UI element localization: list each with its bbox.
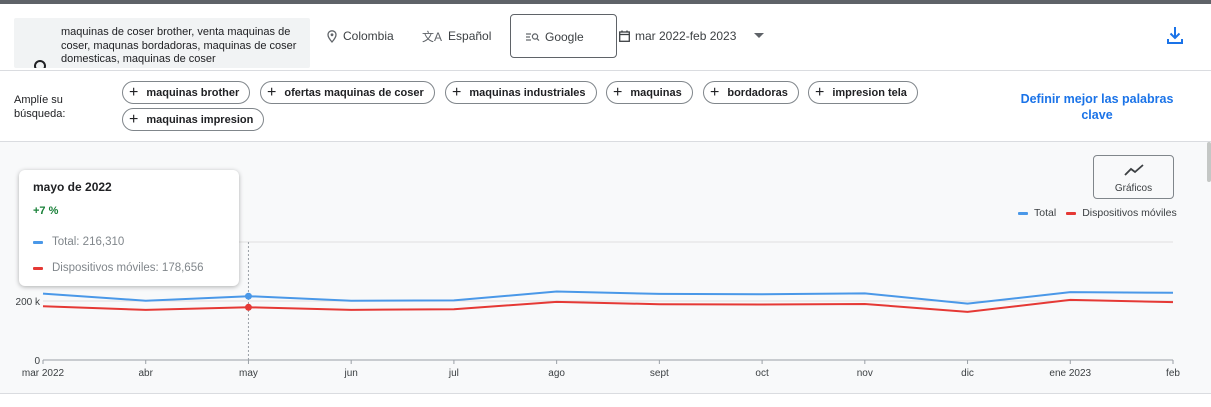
series-line-mobile bbox=[42, 298, 1174, 313]
x-tick-label: nov bbox=[857, 368, 873, 379]
x-tick-label: abr bbox=[139, 368, 154, 379]
x-tick-label: mar 2022 bbox=[22, 368, 65, 379]
suggestion-chip-label: bordadoras bbox=[727, 86, 788, 99]
y-tick-label: 200 k bbox=[16, 297, 41, 308]
bottom-toolbar bbox=[0, 393, 1211, 407]
plus-icon: + bbox=[267, 83, 277, 101]
legend-label-total: Total bbox=[1034, 207, 1057, 219]
x-tick-label: may bbox=[239, 368, 258, 379]
suggestion-chip[interactable]: + maquinas impresion bbox=[122, 108, 265, 131]
location-filter-label: Colombia bbox=[343, 29, 394, 43]
plus-icon: + bbox=[129, 110, 139, 128]
chart-tooltip: mayo de 2022 +7 % Total: 216,310 Disposi… bbox=[19, 170, 239, 286]
search-icon bbox=[34, 60, 46, 68]
plus-icon: + bbox=[452, 83, 462, 101]
x-tick-label: oct bbox=[755, 368, 769, 379]
tooltip-swatch-total bbox=[33, 240, 43, 244]
suggestion-chip-label: maquinas industriales bbox=[469, 86, 586, 99]
y-tick-label: 0 bbox=[34, 356, 40, 367]
legend-swatch-total bbox=[1018, 211, 1028, 215]
tooltip-swatch-mobile bbox=[33, 266, 43, 270]
suggestion-chip[interactable]: + impresion tela bbox=[808, 81, 918, 104]
pin-icon bbox=[327, 29, 337, 43]
suggestion-chip[interactable]: + maquinas brother bbox=[122, 81, 251, 104]
calendar-icon bbox=[619, 30, 630, 42]
legend-item-mobile: Dispositivos móviles bbox=[1066, 207, 1177, 219]
x-tick-label: feb bbox=[1166, 368, 1180, 379]
tooltip-row-mobile: Dispositivos móviles: 178,656 bbox=[33, 262, 204, 274]
highlight-point-total bbox=[244, 292, 252, 300]
expand-search-label: Amplíe su búsqueda: bbox=[14, 94, 66, 120]
date-range-label: mar 2022-feb 2023 bbox=[635, 29, 737, 43]
x-tick-label: dic bbox=[961, 368, 974, 379]
suggestion-chip[interactable]: + maquinas industriales bbox=[445, 81, 597, 104]
suggestion-chip-label: impresion tela bbox=[832, 86, 907, 99]
legend-swatch-mobile bbox=[1066, 211, 1077, 215]
suggestion-chip[interactable]: + ofertas maquinas de coser bbox=[260, 81, 435, 104]
x-tick-label: jul bbox=[448, 368, 459, 379]
legend-item-total: Total bbox=[1018, 207, 1056, 219]
search-list-icon bbox=[526, 33, 540, 42]
series-line-total bbox=[42, 290, 1174, 305]
filter-bar: maquinas de coser brother, venta maquina… bbox=[0, 4, 1211, 71]
download-icon[interactable] bbox=[1166, 26, 1184, 46]
refine-keywords-link[interactable]: Definir mejor las palabras clave bbox=[1012, 91, 1182, 123]
chart-panel: 0200 k4mar 2022abrmayjunjulagoseptoctnov… bbox=[0, 142, 1211, 393]
line-chart-icon bbox=[1124, 164, 1144, 176]
plus-icon: + bbox=[710, 83, 720, 101]
tooltip-row-total: Total: 216,310 bbox=[33, 236, 124, 248]
suggestion-chip[interactable]: + bordadoras bbox=[703, 81, 799, 104]
suggestion-chip-label: maquinas brother bbox=[146, 86, 240, 99]
expand-search-bar: Amplíe su búsqueda: + maquinas brother +… bbox=[0, 72, 1211, 142]
plus-icon: + bbox=[815, 83, 825, 101]
suggestion-chip-label: maquinas impresion bbox=[146, 113, 254, 126]
x-tick-label: ene 2023 bbox=[1049, 368, 1091, 379]
legend-label-mobile: Dispositivos móviles bbox=[1082, 207, 1177, 219]
plus-icon: + bbox=[613, 83, 623, 101]
translate-icon: 文A bbox=[422, 29, 443, 44]
x-tick-label: sept bbox=[650, 368, 669, 379]
highlight-point-mobile bbox=[244, 303, 252, 311]
keyword-query-box[interactable]: maquinas de coser brother, venta maquina… bbox=[14, 18, 310, 68]
x-tick-label: jun bbox=[344, 368, 358, 379]
tooltip-total-value: Total: 216,310 bbox=[52, 236, 125, 248]
language-filter-label: Español bbox=[448, 29, 492, 43]
suggestion-chip-label: maquinas bbox=[630, 86, 682, 99]
x-tick-label: ago bbox=[548, 368, 565, 379]
location-filter[interactable]: Colombia bbox=[327, 24, 394, 48]
date-range-filter[interactable]: mar 2022-feb 2023 bbox=[619, 24, 736, 48]
plus-icon: + bbox=[129, 83, 139, 101]
chart-legend: Total Dispositivos móviles bbox=[1018, 207, 1187, 219]
charts-toggle-label: Gráficos bbox=[1114, 183, 1153, 194]
tooltip-title: mayo de 2022 bbox=[33, 180, 112, 194]
language-filter[interactable]: 文A Español bbox=[422, 24, 491, 48]
tooltip-change: +7 % bbox=[33, 205, 59, 217]
suggestion-chip[interactable]: + maquinas bbox=[606, 81, 693, 104]
suggestion-chip-label: ofertas maquinas de coser bbox=[284, 86, 424, 99]
keyword-query-text[interactable]: maquinas de coser brother, venta maquina… bbox=[61, 26, 307, 67]
chevron-down-icon[interactable] bbox=[754, 33, 764, 38]
scrollbar-thumb[interactable] bbox=[1207, 142, 1211, 182]
network-filter-label: Google bbox=[545, 30, 584, 44]
tooltip-mobile-value: Dispositivos móviles: 178,656 bbox=[52, 262, 204, 274]
charts-toggle-button[interactable]: Gráficos bbox=[1093, 155, 1174, 199]
network-filter[interactable]: Google bbox=[510, 14, 617, 58]
